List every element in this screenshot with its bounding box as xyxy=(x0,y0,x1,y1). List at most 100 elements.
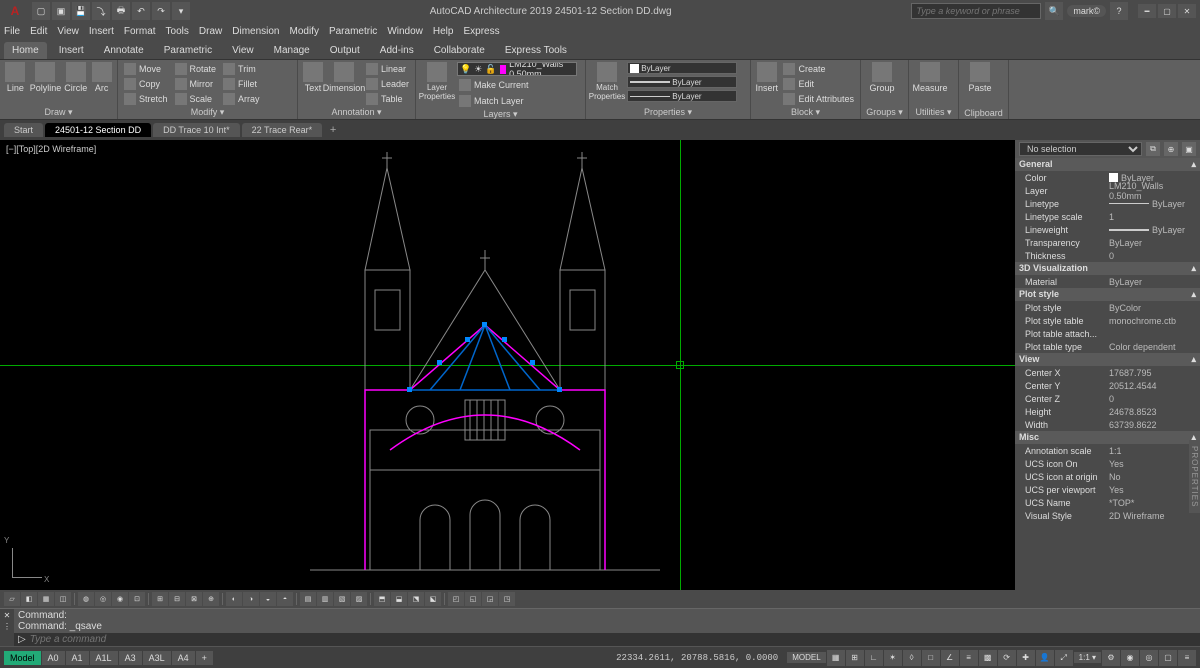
prop-material[interactable]: MaterialByLayer xyxy=(1015,275,1200,288)
layout-a1l[interactable]: A1L xyxy=(90,651,118,665)
qat-open-icon[interactable]: ▣ xyxy=(52,2,70,20)
arc-button[interactable]: Arc xyxy=(90,62,113,93)
linear-button[interactable]: Linear xyxy=(364,62,411,76)
snap-toggle-icon[interactable]: ⊞ xyxy=(846,650,864,666)
command-input[interactable] xyxy=(30,634,1196,645)
ribbon-tab-parametric[interactable]: Parametric xyxy=(156,42,220,59)
app-logo[interactable]: A xyxy=(4,0,26,22)
array-button[interactable]: Array xyxy=(221,92,262,106)
dimension-button[interactable]: Dimension xyxy=(327,62,361,93)
ribbon-tab-home[interactable]: Home xyxy=(4,42,47,59)
layout-a3l[interactable]: A3L xyxy=(143,651,171,665)
panel-layers-title[interactable]: Layers ▾ xyxy=(420,108,581,121)
user-menu[interactable]: mark© xyxy=(1067,5,1106,17)
workspace-switch-icon[interactable]: ⚙ xyxy=(1102,650,1120,666)
layout-a4[interactable]: A4 xyxy=(172,651,195,665)
isolate-icon[interactable]: ◎ xyxy=(1140,650,1158,666)
menu-dimension[interactable]: Dimension xyxy=(232,26,279,37)
section-general[interactable]: General▴ xyxy=(1015,158,1200,171)
command-handle[interactable]: ✕⋮ xyxy=(0,609,14,646)
bt-icon-8[interactable]: ⊡ xyxy=(129,592,145,606)
maximize-button[interactable]: ▢ xyxy=(1158,4,1176,18)
ribbon-tab-expresstools[interactable]: Express Tools xyxy=(497,42,575,59)
color-combo[interactable]: ByLayer xyxy=(627,62,737,74)
panel-draw-title[interactable]: Draw ▾ xyxy=(4,106,113,119)
menu-modify[interactable]: Modify xyxy=(290,26,319,37)
bt-icon-19[interactable]: ▧ xyxy=(334,592,350,606)
prop-lineweight[interactable]: LineweightByLayer xyxy=(1015,223,1200,236)
prop-plotstyle[interactable]: Plot styleByColor xyxy=(1015,301,1200,314)
bt-icon-25[interactable]: ◰ xyxy=(448,592,464,606)
panel-groups-title[interactable]: Groups ▾ xyxy=(865,106,904,119)
quickselect-icon[interactable]: ⧉ xyxy=(1146,142,1160,156)
layout-model[interactable]: Model xyxy=(4,651,41,665)
prop-plottable[interactable]: Plot style tablemonochrome.ctb xyxy=(1015,314,1200,327)
polyline-button[interactable]: Polyline xyxy=(30,62,62,93)
search-input[interactable] xyxy=(911,3,1041,19)
ribbon-tab-addins[interactable]: Add-ins xyxy=(372,42,422,59)
isodraft-icon[interactable]: ◊ xyxy=(903,650,921,666)
prop-annoscale[interactable]: Annotation scale1:1 xyxy=(1015,444,1200,457)
text-button[interactable]: Text xyxy=(302,62,324,93)
selection-combo[interactable]: No selection xyxy=(1019,142,1142,156)
bt-icon-2[interactable]: ◧ xyxy=(21,592,37,606)
scale-button[interactable]: Scale xyxy=(173,92,219,106)
bt-icon-28[interactable]: ◳ xyxy=(499,592,515,606)
ribbon-tab-annotate[interactable]: Annotate xyxy=(96,42,152,59)
prop-centerz[interactable]: Center Z0 xyxy=(1015,392,1200,405)
coordinates-readout[interactable]: 22334.2611, 20788.5816, 0.0000 xyxy=(616,653,778,663)
prop-ucspervp[interactable]: UCS per viewportYes xyxy=(1015,483,1200,496)
bt-icon-21[interactable]: ⬒ xyxy=(374,592,390,606)
grid-toggle-icon[interactable]: ▦ xyxy=(827,650,845,666)
pickadd-icon[interactable]: ⊕ xyxy=(1164,142,1178,156)
selectobjects-icon[interactable]: ▣ xyxy=(1182,142,1196,156)
bt-icon-22[interactable]: ⬓ xyxy=(391,592,407,606)
ribbon-tab-collaborate[interactable]: Collaborate xyxy=(426,42,493,59)
menu-file[interactable]: File xyxy=(4,26,20,37)
layout-a0[interactable]: A0 xyxy=(42,651,65,665)
prop-width[interactable]: Width63739.8622 xyxy=(1015,418,1200,431)
customize-icon[interactable]: ≡ xyxy=(1178,650,1196,666)
menu-edit[interactable]: Edit xyxy=(30,26,47,37)
ribbon-tab-output[interactable]: Output xyxy=(322,42,368,59)
rotate-button[interactable]: Rotate xyxy=(173,62,219,76)
panel-modify-title[interactable]: Modify ▾ xyxy=(122,106,293,119)
qat-new-icon[interactable]: ▢ xyxy=(32,2,50,20)
match-properties-button[interactable]: Match Properties xyxy=(590,62,624,101)
prop-ucsname[interactable]: UCS Name*TOP* xyxy=(1015,496,1200,509)
prop-ucsicon[interactable]: UCS icon OnYes xyxy=(1015,457,1200,470)
mirror-button[interactable]: Mirror xyxy=(173,77,219,91)
drawing-viewport[interactable]: [−][Top][2D Wireframe] xyxy=(0,140,1015,590)
bt-icon-24[interactable]: ⬕ xyxy=(425,592,441,606)
menu-draw[interactable]: Draw xyxy=(199,26,222,37)
section-misc[interactable]: Misc▴ xyxy=(1015,431,1200,444)
panel-properties-title[interactable]: Properties ▾ xyxy=(590,106,746,119)
polar-toggle-icon[interactable]: ✶ xyxy=(884,650,902,666)
panel-annotation-title[interactable]: Annotation ▾ xyxy=(302,106,411,119)
table-button[interactable]: Table xyxy=(364,92,411,106)
prop-layer[interactable]: LayerLM210_Walls 0.50mm xyxy=(1015,184,1200,197)
prop-ucsorigin[interactable]: UCS icon at originNo xyxy=(1015,470,1200,483)
bt-icon-4[interactable]: ◫ xyxy=(55,592,71,606)
paste-button[interactable]: Paste xyxy=(963,62,997,93)
group-button[interactable]: Group xyxy=(865,62,899,93)
prop-thickness[interactable]: Thickness0 xyxy=(1015,249,1200,262)
minimize-button[interactable]: ━ xyxy=(1138,4,1156,18)
lineweight-toggle-icon[interactable]: ≡ xyxy=(960,650,978,666)
close-button[interactable]: ✕ xyxy=(1178,4,1196,18)
layout-a3[interactable]: A3 xyxy=(119,651,142,665)
circle-button[interactable]: Circle xyxy=(64,62,87,93)
annotation-scale[interactable]: 1:1 ▾ xyxy=(1074,652,1101,663)
bt-icon-20[interactable]: ▨ xyxy=(351,592,367,606)
annomonitor-icon[interactable]: ✚ xyxy=(1017,650,1035,666)
viewport-label[interactable]: [−][Top][2D Wireframe] xyxy=(6,144,96,154)
menu-insert[interactable]: Insert xyxy=(89,26,114,37)
cleanscreen-icon[interactable]: ▢ xyxy=(1159,650,1177,666)
doctab-start[interactable]: Start xyxy=(4,123,43,137)
ribbon-tab-view[interactable]: View xyxy=(224,42,262,59)
prop-visualstyle[interactable]: Visual Style2D Wireframe xyxy=(1015,509,1200,522)
bt-icon-13[interactable]: ◐ xyxy=(226,592,242,606)
fillet-button[interactable]: Fillet xyxy=(221,77,262,91)
bt-icon-11[interactable]: ⊠ xyxy=(186,592,202,606)
ribbon-tab-manage[interactable]: Manage xyxy=(266,42,318,59)
